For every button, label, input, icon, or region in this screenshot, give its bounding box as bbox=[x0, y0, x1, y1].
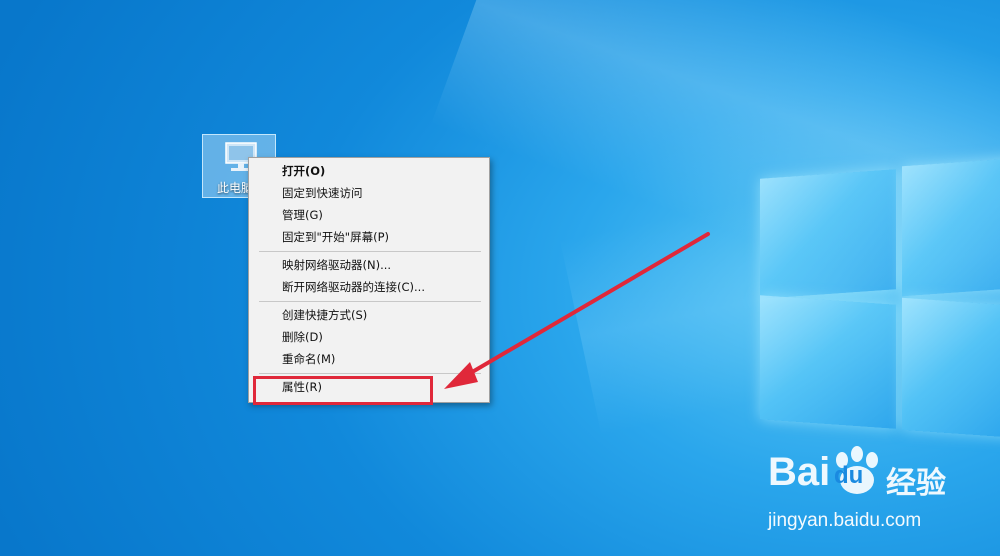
menu-separator bbox=[259, 373, 481, 374]
windows-logo-pane bbox=[760, 169, 896, 299]
windows-logo-pane bbox=[902, 157, 1000, 297]
menu-item-manage[interactable]: 管理(G) bbox=[250, 205, 488, 226]
baidu-brand-left: Bai bbox=[768, 450, 831, 494]
menu-item-create-shortcut[interactable]: 创建快捷方式(S) bbox=[250, 305, 488, 326]
menu-item-open[interactable]: 打开(O) bbox=[250, 161, 488, 182]
context-menu: 打开(O) 固定到快速访问 管理(G) 固定到"开始"屏幕(P) 映射网络驱动器… bbox=[248, 157, 490, 403]
highlight-box bbox=[253, 376, 433, 405]
menu-separator bbox=[259, 301, 481, 302]
windows-logo-wallpaper bbox=[752, 150, 1000, 460]
baidu-brand-right: du bbox=[834, 462, 864, 489]
baidu-jingyan-watermark: Bai du 经验 jingyan.baidu.com bbox=[768, 446, 998, 536]
menu-item-pin-start[interactable]: 固定到"开始"屏幕(P) bbox=[250, 227, 488, 248]
menu-item-disconnect-drive[interactable]: 断开网络驱动器的连接(C)... bbox=[250, 277, 488, 298]
menu-item-rename[interactable]: 重命名(M) bbox=[250, 349, 488, 370]
windows-logo-pane bbox=[760, 295, 896, 429]
menu-item-delete[interactable]: 删除(D) bbox=[250, 327, 488, 348]
menu-item-pin-quick-access[interactable]: 固定到快速访问 bbox=[250, 183, 488, 204]
baidu-url: jingyan.baidu.com bbox=[768, 510, 922, 531]
windows-logo-pane bbox=[902, 297, 1000, 439]
menu-item-map-drive[interactable]: 映射网络驱动器(N)... bbox=[250, 255, 488, 276]
menu-separator bbox=[259, 251, 481, 252]
baidu-product-name: 经验 bbox=[886, 466, 946, 501]
